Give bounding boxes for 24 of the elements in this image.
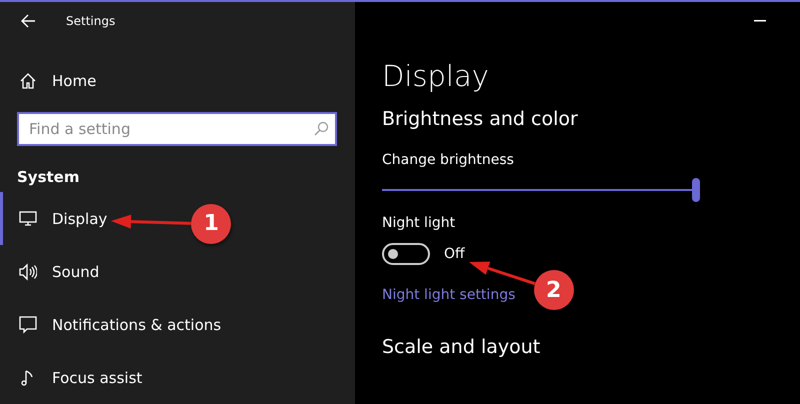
slider-thumb[interactable]	[692, 178, 700, 202]
settings-link[interactable]: Night light settings	[382, 287, 516, 303]
sidebar-item[interactable]: Sound	[0, 245, 355, 298]
search-icon	[313, 121, 329, 137]
home-icon	[19, 72, 37, 90]
monitor-icon	[19, 210, 37, 228]
slider-label: Change brightness	[382, 152, 515, 168]
message-icon	[19, 316, 37, 334]
sidebar-item[interactable]: Focus assist	[0, 351, 355, 404]
section-heading: Scale and layout	[382, 336, 542, 358]
page-title: Display	[382, 58, 490, 94]
sidebar-item[interactable]: Notifications & actions	[0, 298, 355, 351]
minimize-icon	[754, 20, 766, 22]
back-arrow-icon	[20, 14, 36, 28]
toggle-switch[interactable]	[382, 243, 430, 265]
toggle-label: Night light	[382, 215, 456, 231]
search-field[interactable]: Find a setting	[17, 112, 337, 146]
speaker-icon	[19, 262, 37, 280]
home-nav-item[interactable]: Home	[0, 56, 355, 106]
callout-badge: 2	[534, 270, 574, 310]
section-heading: System	[17, 168, 80, 186]
section-heading: Brightness and color	[382, 108, 579, 130]
window-title: Settings	[66, 14, 116, 28]
toggle-state: Off	[444, 246, 465, 262]
